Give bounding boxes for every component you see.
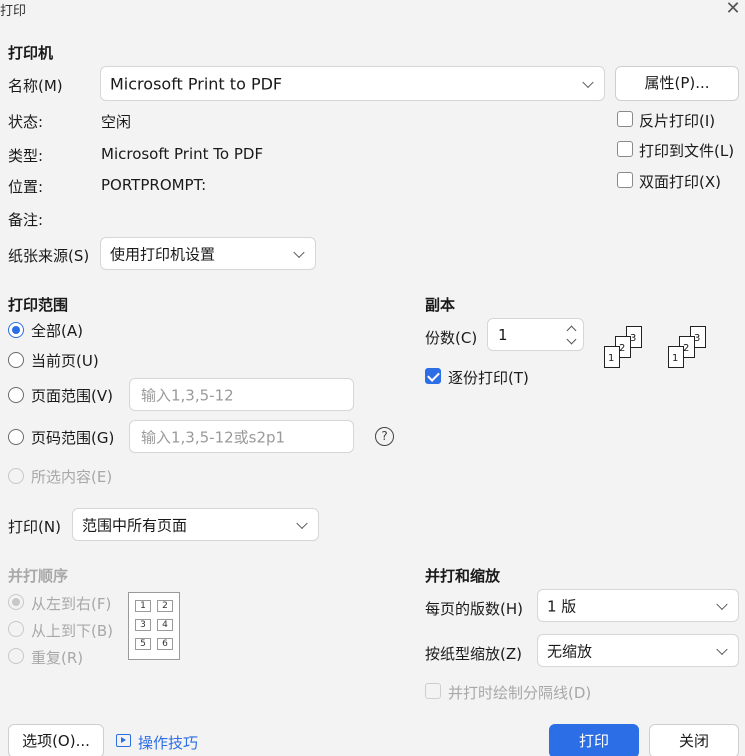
collated-pages-icon: 3 2 1: [668, 326, 712, 374]
range-section-title: 打印范围: [8, 296, 69, 314]
range-pages-label: 页面范围(V): [31, 387, 113, 405]
collate-label: 逐份打印(T): [448, 369, 529, 387]
order-cell: 5: [135, 638, 151, 650]
order-cell: 6: [157, 638, 173, 650]
chevron-down-icon: [293, 246, 305, 258]
page-range-placeholder: 输入1,3,5-12: [141, 386, 234, 404]
print-to-file-checkbox[interactable]: [617, 141, 633, 157]
copies-count-stepper[interactable]: 1: [487, 318, 584, 351]
order-left-right-radio: [8, 594, 24, 610]
collated-pages-icon: 3 2 1: [604, 326, 648, 374]
video-tips-icon[interactable]: [116, 734, 131, 747]
pages-per-sheet-select[interactable]: 1 版: [537, 589, 739, 622]
order-cell: 1: [135, 600, 151, 612]
comment-label: 备注:: [8, 211, 44, 229]
sheet: 1: [668, 346, 684, 368]
range-page-numbers-label: 页码范围(G): [31, 429, 115, 447]
reverse-print-label: 反片打印(I): [639, 112, 716, 130]
options-button[interactable]: 选项(O)...: [8, 724, 104, 756]
order-cell: 2: [157, 600, 173, 612]
draw-separator-label: 并打时绘制分隔线(D): [448, 684, 592, 702]
order-left-right-label: 从左到右(F): [31, 595, 112, 613]
order-top-bottom-label: 从上到下(B): [31, 622, 113, 640]
range-pages-radio[interactable]: [8, 387, 24, 403]
type-label: 类型:: [8, 147, 44, 165]
page-number-range-input[interactable]: 输入1,3,5-12或s2p1: [129, 420, 354, 453]
duplex-checkbox[interactable]: [617, 172, 633, 188]
properties-button[interactable]: 属性(P)...: [615, 66, 739, 101]
range-selection-radio: [8, 468, 24, 484]
print-button[interactable]: 打印: [549, 724, 639, 756]
chevron-down-icon: [716, 643, 728, 655]
close-icon[interactable]: ✕: [723, 0, 743, 20]
scale-select[interactable]: 无缩放: [537, 634, 739, 667]
page-number-range-placeholder: 输入1,3,5-12或s2p1: [141, 428, 286, 446]
order-section-title: 并打顺序: [8, 567, 69, 585]
pages-per-sheet-value: 1 版: [547, 597, 577, 615]
printer-name-select[interactable]: Microsoft Print to PDF: [100, 66, 605, 101]
duplex-label: 双面打印(X): [639, 173, 721, 191]
reverse-print-checkbox[interactable]: [617, 111, 633, 127]
status-value: 空闲: [101, 113, 132, 131]
order-top-bottom-radio: [8, 621, 24, 637]
printer-name-label: 名称(M): [8, 77, 63, 95]
chevron-down-icon: [296, 517, 308, 529]
status-label: 状态:: [8, 113, 44, 131]
print-to-file-label: 打印到文件(L): [639, 142, 735, 160]
printer-section-title: 打印机: [8, 44, 54, 62]
copies-section-title: 副本: [425, 296, 456, 314]
pages-per-sheet-label: 每页的版数(H): [425, 600, 523, 618]
zoom-section-title: 并打和缩放: [425, 567, 501, 585]
copies-count-label: 份数(C): [425, 329, 478, 347]
order-repeat-radio: [8, 648, 24, 664]
location-label: 位置:: [8, 178, 44, 196]
print-which-value: 范围中所有页面: [82, 516, 188, 534]
range-current-radio[interactable]: [8, 352, 24, 368]
print-which-select[interactable]: 范围中所有页面: [72, 508, 319, 541]
printer-name-value: Microsoft Print to PDF: [110, 74, 283, 93]
paper-source-label: 纸张来源(S): [8, 247, 90, 265]
scale-value: 无缩放: [547, 642, 593, 660]
paper-source-value: 使用打印机设置: [110, 245, 216, 263]
window-title: 打印: [0, 4, 27, 19]
copies-count-value: 1: [498, 325, 508, 344]
spin-down-icon[interactable]: [566, 334, 577, 345]
range-selection-label: 所选内容(E): [31, 468, 113, 486]
tips-link[interactable]: 操作技巧: [138, 732, 198, 753]
location-value: PORTPROMPT:: [101, 176, 207, 194]
collate-checkbox[interactable]: [425, 368, 441, 384]
paper-source-select[interactable]: 使用打印机设置: [100, 237, 316, 270]
chevron-down-icon: [716, 598, 728, 610]
range-all-label: 全部(A): [31, 322, 83, 340]
sheet: 1: [604, 346, 620, 368]
print-which-label: 打印(N): [8, 518, 61, 536]
order-preview: 1 2 3 4 5 6: [128, 592, 180, 660]
order-repeat-label: 重复(R): [31, 649, 84, 667]
order-cell: 4: [157, 619, 173, 631]
scale-label: 按纸型缩放(Z): [425, 645, 522, 663]
order-cell: 3: [135, 619, 151, 631]
draw-separator-checkbox: [425, 683, 441, 699]
chevron-down-icon: [582, 76, 594, 88]
range-current-label: 当前页(U): [31, 352, 99, 370]
help-icon[interactable]: ?: [375, 427, 394, 446]
close-button[interactable]: 关闭: [649, 724, 739, 756]
type-value: Microsoft Print To PDF: [101, 145, 264, 163]
range-page-numbers-radio[interactable]: [8, 429, 24, 445]
page-range-input[interactable]: 输入1,3,5-12: [129, 378, 354, 411]
range-all-radio[interactable]: [8, 322, 24, 338]
